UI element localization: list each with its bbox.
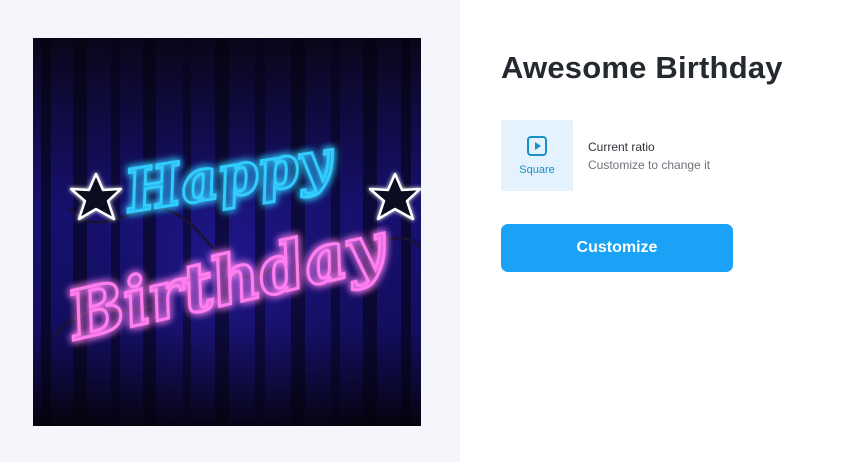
ratio-info: Current ratio Customize to change it [588,140,710,172]
template-details-panel: Awesome Birthday Square Current ratio Cu… [460,0,846,462]
ratio-badge-label: Square [519,164,555,176]
current-ratio-label: Current ratio [588,140,655,154]
ratio-badge: Square [501,120,573,191]
neon-birthday-image: Happy Birthday [33,38,421,426]
customize-button[interactable]: Customize [501,224,733,272]
preview-panel: Happy Birthday [0,0,460,462]
play-square-icon [527,136,547,156]
birthday-template-preview: Happy Birthday [33,38,421,426]
template-title: Awesome Birthday [501,50,783,85]
ratio-hint: Customize to change it [588,158,711,172]
